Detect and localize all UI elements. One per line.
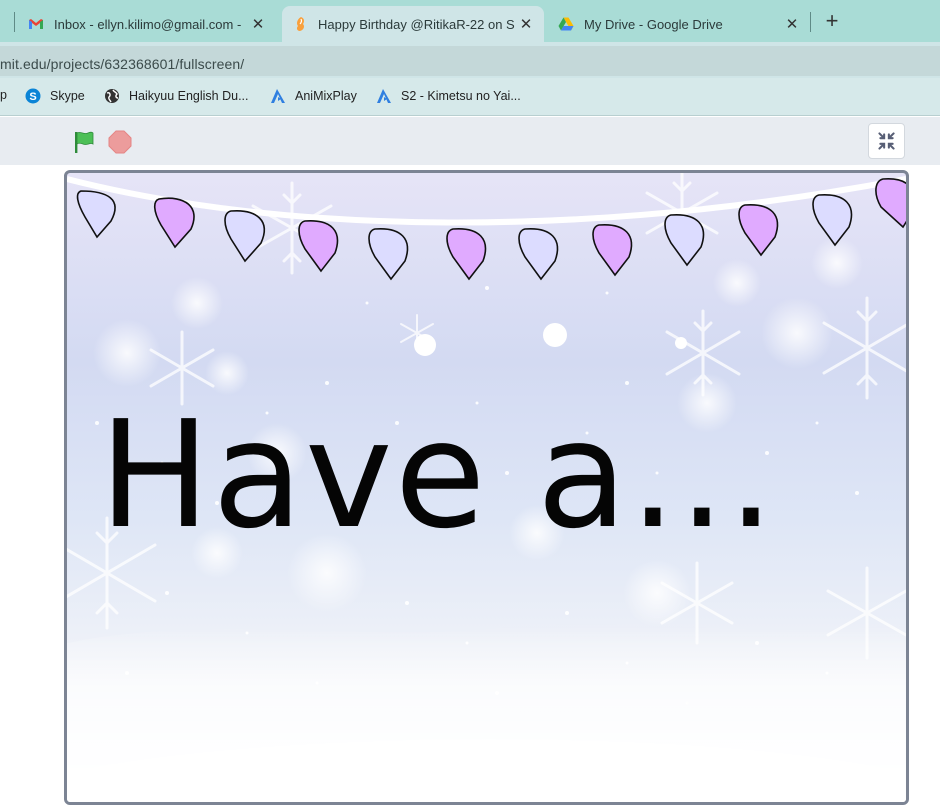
bookmark-apps[interactable]: p (0, 88, 7, 102)
bookmark-label: Haikyuu English Du... (129, 89, 249, 103)
animixplay-icon (377, 89, 391, 103)
bookmark-skype[interactable]: S Skype (25, 88, 85, 104)
tab-strip: Inbox - ellyn.kilimo@gmail.com - ✕ Happy… (0, 0, 940, 42)
bookmark-label: Skype (50, 89, 85, 103)
tab-title: Inbox - ellyn.kilimo@gmail.com - (54, 16, 242, 32)
bookmark-label: S2 - Kimetsu no Yai... (401, 89, 521, 103)
tab-scratch[interactable]: Happy Birthday @RitikaR-22 on S ✕ (282, 6, 544, 42)
new-tab-button[interactable]: + (820, 8, 844, 34)
player-toolbar (0, 117, 940, 165)
skype-icon: S (25, 88, 41, 104)
tab-google-drive[interactable]: My Drive - Google Drive ✕ (552, 6, 808, 42)
url-text[interactable]: mit.edu/projects/632368601/fullscreen/ (0, 56, 244, 72)
tab-title: My Drive - Google Drive (584, 16, 723, 32)
stop-sign-icon[interactable] (108, 130, 132, 154)
tab-title: Happy Birthday @RitikaR-22 on S (318, 16, 515, 32)
exit-fullscreen-button[interactable] (868, 123, 905, 159)
close-tab-icon[interactable]: ✕ (248, 15, 268, 33)
tab-separator (810, 12, 811, 32)
bookmark-haikyuu[interactable]: Haikyuu English Du... (104, 88, 249, 104)
string-lights (67, 176, 906, 281)
bookmark-kimetsu[interactable]: S2 - Kimetsu no Yai... (376, 88, 521, 104)
address-bar: mit.edu/projects/632368601/fullscreen/ (0, 42, 940, 78)
tab-separator (14, 12, 15, 32)
scratch-icon (296, 17, 305, 31)
bookmark-label: AniMixPlay (295, 89, 357, 103)
exit-fullscreen-icon (878, 132, 895, 150)
google-drive-icon (558, 17, 574, 31)
project-stage[interactable]: Have a... (64, 170, 909, 805)
globe-icon (105, 89, 119, 103)
bookmark-animixplay[interactable]: AniMixPlay (270, 88, 357, 104)
green-flag-icon[interactable] (72, 130, 96, 154)
bookmark-label: p (0, 88, 7, 102)
tab-gmail[interactable]: Inbox - ellyn.kilimo@gmail.com - ✕ (22, 6, 274, 42)
svg-text:S: S (29, 91, 36, 103)
gmail-icon (29, 19, 43, 29)
close-tab-icon[interactable]: ✕ (782, 15, 802, 33)
bookmarks-bar: p S Skype Haikyuu English Du... AniMixPl… (0, 78, 940, 116)
stage-headline: Have a... (99, 389, 777, 561)
close-tab-icon[interactable]: ✕ (516, 15, 536, 33)
omnibox[interactable]: mit.edu/projects/632368601/fullscreen/ (0, 46, 940, 76)
animixplay-icon (271, 89, 285, 103)
